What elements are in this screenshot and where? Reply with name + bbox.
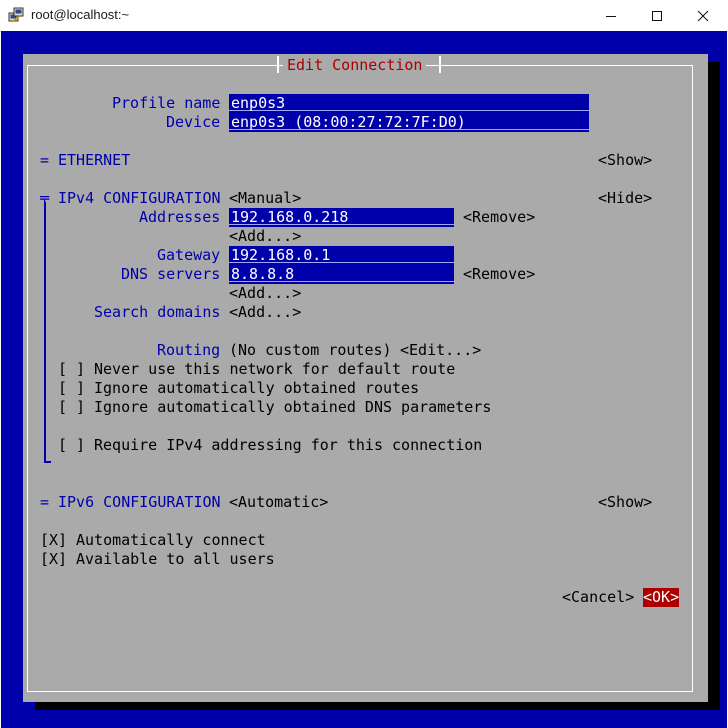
maximize-button[interactable] [634, 0, 680, 31]
ipv6-mode-select[interactable]: <Automatic> [229, 493, 328, 512]
device-field[interactable]: enp0s3 (08:00:27:72:7F:D0) [229, 113, 589, 132]
routing-edit-button[interactable]: <Edit...> [400, 341, 481, 360]
profile-name-label: Profile name [112, 94, 221, 112]
ipv6-marker: = [40, 493, 50, 511]
ethernet-show-button[interactable]: <Show> [598, 151, 652, 170]
routing-label: Routing [157, 341, 221, 359]
ignore-routes-checkbox[interactable]: [ ] [58, 379, 85, 398]
gateway-field[interactable]: 192.168.0.1 [229, 246, 454, 265]
routing-value: (No custom routes) [229, 341, 392, 359]
all-users-checkbox[interactable]: [X] [40, 550, 67, 569]
dialog-shadow-bottom [35, 702, 720, 710]
ok-button[interactable]: <OK> [643, 588, 680, 607]
search-domains-add-button[interactable]: <Add...> [229, 303, 301, 322]
ipv4-section-line [44, 202, 46, 462]
dns-remove-button[interactable]: <Remove> [463, 265, 535, 284]
ethernet-marker: = [40, 151, 50, 169]
search-domains-label: Search domains [94, 303, 221, 321]
dialog-shadow-right [708, 62, 720, 710]
ignore-routes-label: Ignore automatically obtained routes [94, 379, 420, 397]
ignore-dns-checkbox[interactable]: [ ] [58, 398, 85, 417]
close-icon [697, 10, 709, 21]
ipv4-mode-select[interactable]: <Manual> [229, 189, 301, 208]
ipv6-section-label: IPv6 CONFIGURATION [58, 493, 221, 511]
close-button[interactable] [680, 0, 726, 31]
dialog-title: Edit Connection [283, 56, 427, 75]
ignore-dns-label: Ignore automatically obtained DNS parame… [94, 398, 492, 416]
cancel-button[interactable]: <Cancel> [562, 588, 634, 607]
device-label: Device [166, 113, 221, 131]
dns-server-field[interactable]: 8.8.8.8 [229, 265, 454, 284]
address-field[interactable]: 192.168.0.218 [229, 208, 454, 227]
never-default-route-label: Never use this network for default route [94, 360, 456, 378]
addresses-label: Addresses [139, 208, 221, 226]
address-add-button[interactable]: <Add...> [229, 227, 301, 246]
ipv4-section-line-end [44, 461, 51, 463]
minimize-icon [606, 15, 616, 17]
window-titlebar: root@localhost:~ [0, 0, 728, 32]
address-remove-button[interactable]: <Remove> [463, 208, 535, 227]
ipv4-hide-button[interactable]: <Hide> [598, 189, 652, 208]
auto-connect-checkbox[interactable]: [X] [40, 531, 67, 550]
require-ipv4-checkbox[interactable]: [ ] [58, 436, 85, 455]
minimize-button[interactable] [588, 0, 634, 31]
dns-add-button[interactable]: <Add...> [229, 284, 301, 303]
all-users-label: Available to all users [76, 550, 275, 568]
window-title: root@localhost:~ [31, 7, 130, 22]
putty-icon [8, 7, 25, 24]
gateway-label: Gateway [157, 246, 221, 264]
auto-connect-label: Automatically connect [76, 531, 266, 549]
maximize-icon [652, 10, 662, 21]
ethernet-section-label: ETHERNET [58, 151, 131, 169]
title-bracket-left [277, 56, 279, 73]
dns-servers-label: DNS servers [121, 265, 221, 283]
never-default-route-checkbox[interactable]: [ ] [58, 360, 85, 379]
ipv4-section-label: IPv4 CONFIGURATION [58, 189, 221, 207]
profile-name-field[interactable]: enp0s3 [229, 94, 589, 113]
ipv6-show-button[interactable]: <Show> [598, 493, 652, 512]
title-bracket-right [439, 56, 441, 73]
require-ipv4-label: Require IPv4 addressing for this connect… [94, 436, 483, 454]
